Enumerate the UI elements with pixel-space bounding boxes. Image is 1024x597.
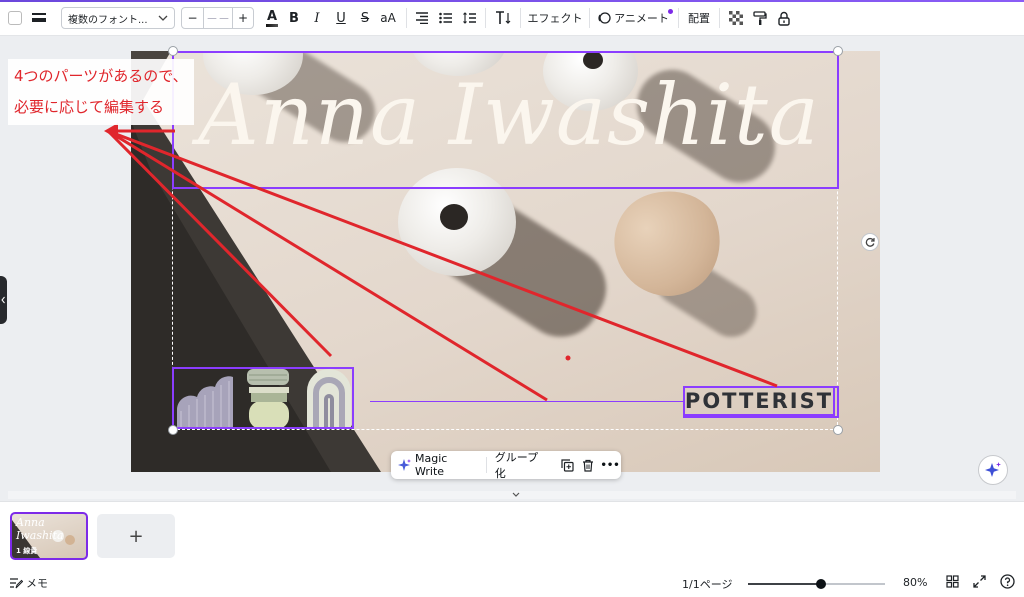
help-button[interactable] bbox=[1000, 574, 1015, 592]
zoom-slider-knob[interactable] bbox=[816, 579, 826, 589]
pages-panel: Anna Iwashita 1 線貴 + bbox=[0, 501, 1024, 567]
chevron-left-icon bbox=[1, 296, 5, 304]
page-thumbnail[interactable]: Anna Iwashita 1 線貴 bbox=[10, 512, 88, 560]
thumbnail-title: Anna Iwashita bbox=[16, 516, 64, 542]
grid-view-button[interactable] bbox=[946, 575, 959, 591]
sparkle-icon bbox=[985, 462, 1001, 477]
notes-icon bbox=[10, 578, 23, 589]
add-page-button[interactable]: + bbox=[97, 514, 175, 558]
thumbnail-page-number: 1 線貴 bbox=[16, 547, 38, 555]
more-options-button[interactable]: ••• bbox=[599, 460, 621, 471]
magic-write-label: Magic Write bbox=[414, 452, 448, 478]
expand-icon bbox=[973, 575, 986, 588]
group-button[interactable]: グループ化 bbox=[487, 449, 557, 481]
chevron-down-icon bbox=[512, 492, 520, 497]
annotation-callout: 4つのパーツがあるので、 必要に応じて編集する bbox=[8, 59, 194, 125]
element-context-menu: Magic Write グループ化 ••• bbox=[391, 449, 621, 481]
help-icon bbox=[1000, 574, 1015, 589]
delete-button[interactable] bbox=[577, 459, 599, 472]
notes-label: メモ bbox=[26, 577, 48, 590]
page-counter[interactable]: 1/1ページ bbox=[682, 576, 732, 592]
sparkle-icon bbox=[397, 459, 411, 471]
duplicate-button[interactable] bbox=[557, 458, 577, 472]
status-bar: メモ 1/1ページ 80% bbox=[0, 567, 1024, 597]
notes-button[interactable]: メモ bbox=[9, 575, 48, 591]
grid-icon bbox=[946, 575, 959, 588]
annotation-line-2: 必要に応じて編集する bbox=[14, 98, 165, 116]
annotation-line-1: 4つのパーツがあるので、 bbox=[14, 67, 188, 85]
zoom-value[interactable]: 80% bbox=[903, 576, 927, 589]
magic-assistant-button[interactable] bbox=[978, 455, 1008, 485]
fullscreen-button[interactable] bbox=[973, 575, 986, 591]
zoom-slider-fill bbox=[748, 583, 821, 585]
duplicate-icon bbox=[560, 458, 574, 472]
magic-write-button[interactable]: Magic Write bbox=[391, 451, 486, 479]
trash-icon bbox=[583, 459, 594, 472]
side-panel-toggle[interactable] bbox=[0, 276, 7, 324]
horizontal-scrollbar[interactable] bbox=[8, 491, 1016, 499]
